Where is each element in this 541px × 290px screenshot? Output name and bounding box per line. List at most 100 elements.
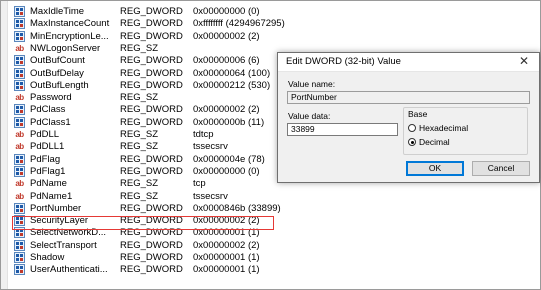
close-icon[interactable]: ✕ xyxy=(519,54,529,68)
value-type: REG_SZ xyxy=(120,42,159,54)
value-data: tcp xyxy=(193,178,206,190)
value-data: tdtcp xyxy=(193,129,214,140)
binary-value-icon xyxy=(14,165,25,177)
value-type: REG_DWORD xyxy=(120,55,183,67)
value-name: PdFlag1 xyxy=(30,165,66,177)
base-label: Base xyxy=(408,109,428,119)
value-name: PdDLL xyxy=(30,129,60,140)
value-name: PdFlag xyxy=(30,153,61,165)
hexadecimal-radio[interactable] xyxy=(408,124,416,132)
value-type: REG_DWORD xyxy=(120,18,183,30)
value-type: REG_SZ xyxy=(120,190,159,202)
value-data: 0x00000002 (2) xyxy=(193,104,260,116)
hexadecimal-label[interactable]: Hexadecimal xyxy=(419,123,468,133)
value-type: REG_SZ xyxy=(120,92,159,104)
value-name: OutBufDelay xyxy=(30,67,84,79)
value-type: REG_DWORD xyxy=(120,239,183,251)
value-name: Password xyxy=(30,92,72,104)
value-type: REG_DWORD xyxy=(120,116,183,128)
string-value-icon: ab xyxy=(15,93,24,103)
value-name-field[interactable]: PortNumber xyxy=(287,91,530,104)
value-name: PortNumber xyxy=(30,202,82,214)
binary-value-icon xyxy=(14,79,25,91)
value-name: MaxIdleTime xyxy=(30,6,85,17)
value-type: REG_DWORD xyxy=(120,165,183,177)
decimal-radio[interactable] xyxy=(408,138,416,146)
value-name: UserAuthenticati... xyxy=(30,264,108,276)
string-value-icon: ab xyxy=(15,130,24,139)
string-value-icon: ab xyxy=(15,191,24,201)
value-data: 0xffffffff (4294967295) xyxy=(193,18,285,30)
binary-value-icon xyxy=(14,104,25,116)
value-type: REG_DWORD xyxy=(120,30,183,42)
binary-value-icon xyxy=(14,30,25,42)
binary-value-icon xyxy=(14,6,25,17)
binary-value-icon xyxy=(14,55,25,67)
registry-value-row[interactable]: MinEncryptionLe... REG_DWORD 0x00000002 (2… xyxy=(12,30,372,43)
registry-value-row[interactable]: MaxInstanceCount REG_DWORD 0xffffffff (429… xyxy=(12,17,372,30)
value-data: 0x00000006 (6) xyxy=(193,55,260,67)
value-data: 0x0000004e (78) xyxy=(193,153,265,165)
value-type: REG_SZ xyxy=(120,178,159,190)
value-type: REG_DWORD xyxy=(120,264,183,276)
portnumber-highlight-box xyxy=(12,216,274,230)
decimal-label[interactable]: Decimal xyxy=(419,137,450,147)
value-data: tssecsrv xyxy=(193,141,228,153)
value-type: REG_DWORD xyxy=(120,6,183,17)
value-data: 0x00000001 (1) xyxy=(193,264,260,276)
value-data: 0x00000002 (2) xyxy=(193,239,260,251)
registry-value-row[interactable]: Shadow REG_DWORD 0x00000001 (1) xyxy=(12,251,372,264)
registry-value-row[interactable]: SelectTransport REG_DWORD 0x00000002 (2) xyxy=(12,239,372,252)
value-name: OutBufCount xyxy=(30,55,85,67)
binary-value-icon xyxy=(14,202,25,214)
value-type: REG_DWORD xyxy=(120,252,183,263)
value-data: 0x00000064 (100) xyxy=(193,67,271,79)
value-data: 0x00000001 (1) xyxy=(193,252,260,263)
dialog-title-bar: Edit DWORD (32-bit) Value ✕ xyxy=(278,53,539,72)
value-data: 0x00000002 (2) xyxy=(193,30,260,42)
binary-value-icon xyxy=(14,67,25,79)
value-name: MinEncryptionLe... xyxy=(30,30,109,42)
value-data: 0x0000000b (11) xyxy=(193,116,265,128)
ok-button[interactable]: OK xyxy=(406,161,464,176)
value-type: REG_DWORD xyxy=(120,79,183,91)
value-type: REG_DWORD xyxy=(120,67,183,79)
value-data: 0x00000000 (0) xyxy=(193,6,260,17)
value-name: PdClass1 xyxy=(30,116,71,128)
binary-value-icon xyxy=(14,153,25,165)
value-data: 0x00000000 (0) xyxy=(193,165,260,177)
registry-value-row[interactable]: ab PdName1 REG_SZ tssecsrv xyxy=(12,190,372,203)
value-type: REG_SZ xyxy=(120,141,159,153)
binary-value-icon xyxy=(14,239,25,251)
registry-value-row[interactable]: PortNumber REG_DWORD 0x0000846b (33899) xyxy=(12,202,372,215)
string-value-icon: ab xyxy=(15,142,24,152)
registry-value-row[interactable]: UserAuthenticati... REG_DWORD 0x00000001 (… xyxy=(12,263,372,276)
binary-value-icon xyxy=(14,18,25,30)
value-name: Shadow xyxy=(30,252,65,263)
edit-dword-dialog: Edit DWORD (32-bit) Value ✕ Value name: … xyxy=(277,52,540,183)
value-type: REG_SZ xyxy=(120,129,159,140)
value-name: PdName1 xyxy=(30,190,73,202)
value-name: PdClass xyxy=(30,104,66,116)
value-name: PdName xyxy=(30,178,67,190)
value-name-label: Value name: xyxy=(288,79,336,89)
value-data-label: Value data: xyxy=(288,111,331,121)
string-value-icon: ab xyxy=(15,179,24,189)
value-type: REG_DWORD xyxy=(120,104,183,116)
cancel-button[interactable]: Cancel xyxy=(472,161,530,176)
value-type: REG_DWORD xyxy=(120,153,183,165)
string-value-icon: ab xyxy=(15,43,24,53)
dialog-title: Edit DWORD (32-bit) Value xyxy=(286,56,401,67)
value-data: tssecsrv xyxy=(193,190,228,202)
dialog-body: Value name: PortNumber Value data: 33899… xyxy=(278,72,539,182)
value-name: NWLogonServer xyxy=(30,42,101,54)
value-type: REG_DWORD xyxy=(120,202,183,214)
binary-value-icon xyxy=(14,116,25,128)
binary-value-icon xyxy=(14,264,25,276)
value-name: SelectTransport xyxy=(30,239,97,251)
value-data: 0x0000846b (33899) xyxy=(193,202,281,214)
value-name: MaxInstanceCount xyxy=(30,18,110,30)
registry-value-row[interactable]: MaxIdleTime REG_DWORD 0x00000000 (0) xyxy=(12,5,372,18)
value-data-input[interactable]: 33899 xyxy=(287,123,398,136)
binary-value-icon xyxy=(14,252,25,263)
